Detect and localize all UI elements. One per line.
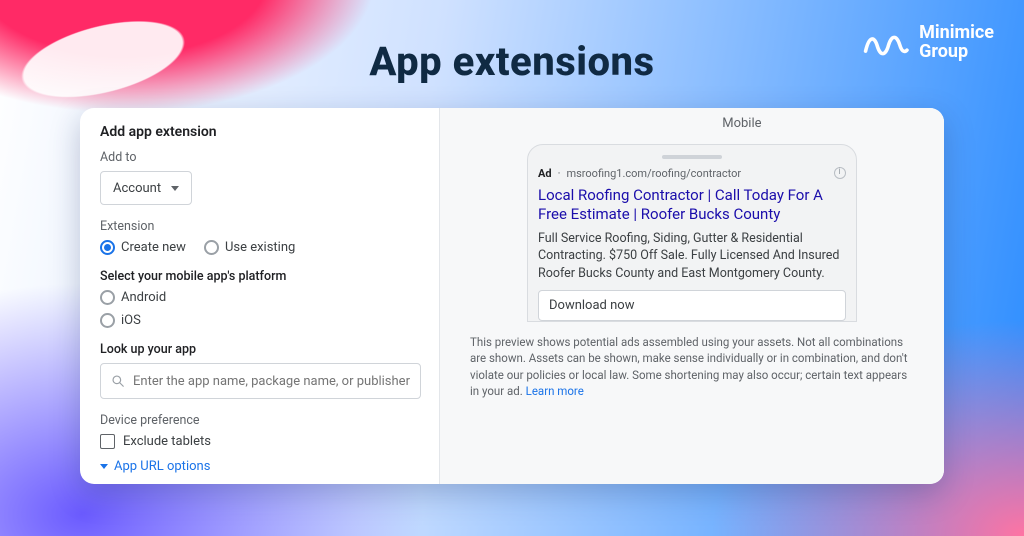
addto-value: Account xyxy=(113,181,161,196)
radio-icon xyxy=(100,240,115,255)
lookup-search[interactable] xyxy=(100,363,421,399)
radio-use-existing[interactable]: Use existing xyxy=(204,240,295,255)
phone-speaker-icon xyxy=(662,155,722,159)
radio-ios[interactable]: iOS xyxy=(100,313,421,328)
brand-line2: Group xyxy=(919,43,994,62)
device-pref-label: Device preference xyxy=(100,413,421,428)
radio-icon xyxy=(204,240,219,255)
ad-headline[interactable]: Local Roofing Contractor | Call Today Fo… xyxy=(538,186,846,224)
search-icon xyxy=(111,374,125,388)
platform-label: Select your mobile app's platform xyxy=(100,269,421,284)
radio-icon xyxy=(100,290,115,305)
radio-create-new[interactable]: Create new xyxy=(100,240,186,255)
brand-mark-icon xyxy=(863,28,909,58)
form-column: Add app extension Add to Account Extensi… xyxy=(80,108,440,484)
form-heading: Add app extension xyxy=(100,124,421,140)
extension-panel: Add app extension Add to Account Extensi… xyxy=(80,108,944,484)
mobile-label: Mobile xyxy=(722,116,761,131)
preview-column: Mobile Ad · msroofing1.com/roofing/contr… xyxy=(440,108,944,484)
app-url-options-label: App URL options xyxy=(114,459,210,474)
ad-description: Full Service Roofing, Siding, Gutter & R… xyxy=(538,230,846,283)
ad-display-url: msroofing1.com/roofing/contractor xyxy=(566,167,741,180)
exclude-tablets-checkbox[interactable]: Exclude tablets xyxy=(100,434,421,449)
lookup-input[interactable] xyxy=(133,374,410,389)
radio-create-new-label: Create new xyxy=(121,240,186,255)
radio-icon xyxy=(100,313,115,328)
learn-more-link[interactable]: Learn more xyxy=(526,384,584,398)
radio-android-label: Android xyxy=(121,290,166,305)
exclude-tablets-label: Exclude tablets xyxy=(123,434,211,449)
addto-label: Add to xyxy=(100,150,421,165)
chevron-down-icon xyxy=(100,464,108,469)
checkbox-icon xyxy=(100,434,115,449)
mobile-preview-frame: Ad · msroofing1.com/roofing/contractor L… xyxy=(527,144,857,322)
brand-logo: Minimice Group xyxy=(863,24,994,62)
extension-label: Extension xyxy=(100,219,421,234)
ad-cta-button[interactable]: Download now xyxy=(538,290,846,321)
caret-down-icon xyxy=(171,186,179,191)
ad-tag: Ad xyxy=(538,167,552,180)
addto-select[interactable]: Account xyxy=(100,171,192,205)
radio-ios-label: iOS xyxy=(121,313,141,328)
app-url-options-toggle[interactable]: App URL options xyxy=(100,459,421,474)
info-icon[interactable] xyxy=(834,167,846,179)
radio-android[interactable]: Android xyxy=(100,290,421,305)
preview-disclaimer: This preview shows potential ads assembl… xyxy=(470,334,914,398)
ad-url-row: Ad · msroofing1.com/roofing/contractor xyxy=(538,167,846,180)
radio-use-existing-label: Use existing xyxy=(225,240,295,255)
lookup-label: Look up your app xyxy=(100,342,421,357)
